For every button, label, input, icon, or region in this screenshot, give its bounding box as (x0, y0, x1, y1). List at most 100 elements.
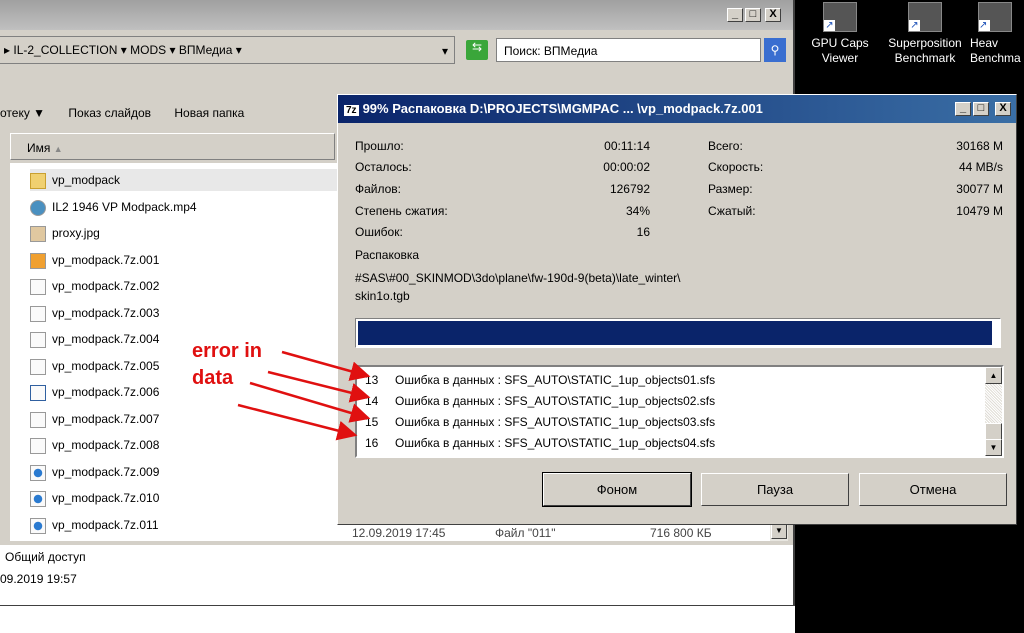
new-folder-button[interactable]: Новая папка (174, 106, 244, 120)
icon-label: Heav Benchma (970, 36, 1021, 65)
background-button[interactable]: Фоном (542, 472, 692, 507)
speed-label: Скорость: (708, 160, 764, 174)
column-header-name[interactable]: Имя ▲ (10, 133, 335, 160)
file-name: proxy.jpg (52, 226, 100, 240)
annotation-text: error in data (192, 338, 262, 392)
library-menu[interactable]: отеку ▼ (0, 106, 45, 120)
desktop-icon-gpu-caps[interactable]: GPU Caps Viewer (795, 0, 885, 66)
minimize-button[interactable]: _ (727, 8, 743, 22)
file-row[interactable]: vp_modpack (30, 169, 350, 191)
search-input[interactable]: Поиск: ВПМедиа (496, 38, 761, 62)
file-name: vp_modpack.7z.002 (52, 279, 160, 293)
file-icon (30, 490, 46, 507)
scroll-down-button[interactable]: ▼ (771, 523, 787, 539)
packed-value: 10479 M (956, 204, 1003, 218)
size-value: 30077 M (956, 182, 1003, 196)
errors-value: 16 (636, 225, 650, 239)
operation-label: Распаковка (355, 248, 420, 262)
file-name: vp_modpack.7z.001 (52, 253, 160, 267)
file-row[interactable]: vp_modpack.7z.003 (30, 302, 159, 324)
7zip-icon: 7z (344, 105, 359, 116)
file-name: vp_modpack.7z.005 (52, 359, 160, 373)
maximize-button[interactable]: □ (973, 102, 989, 116)
desktop-icon-superposition[interactable]: Superposition Benchmark (880, 0, 970, 66)
archive-icon (30, 252, 46, 269)
file-name: vp_modpack.7z.003 (52, 306, 160, 320)
file-name: vp_modpack.7z.011 (52, 518, 159, 532)
progress-fill (358, 321, 992, 345)
file-row[interactable]: vp_modpack.7z.001 (30, 249, 159, 271)
breadcrumb-item[interactable]: MODS (130, 43, 166, 57)
file-row[interactable]: vp_modpack.7z.011 12.09.2019 17:45 Файл … (30, 514, 712, 540)
column-label: Имя (27, 141, 51, 155)
scroll-thumb[interactable] (985, 423, 1002, 440)
log-number: 14 (365, 394, 379, 408)
file-size: 716 800 КБ (650, 526, 712, 540)
scroll-up-button[interactable]: ▲ (985, 367, 1002, 384)
file-row[interactable]: vp_modpack.7z.006 (30, 381, 159, 403)
file-row[interactable]: vp_modpack.7z.008 (30, 434, 159, 456)
extraction-dialog: 7z 99% Распаковка D:\PROJECTS\MGMPAC ... … (337, 94, 1017, 525)
log-number: 13 (365, 373, 379, 387)
file-name: vp_modpack (52, 173, 121, 187)
desktop-icon-heaven[interactable]: Heav Benchma (970, 0, 1024, 66)
refresh-icon[interactable]: ⇆ (466, 40, 488, 60)
sharing-label: Общий доступ (5, 550, 86, 564)
file-icon (30, 331, 46, 348)
total-value: 30168 M (956, 139, 1003, 153)
cancel-button[interactable]: Отмена (859, 473, 1007, 506)
close-button[interactable]: X (765, 8, 781, 22)
file-date: 12.09.2019 17:45 (352, 526, 446, 540)
file-row[interactable]: IL2 1946 VP Modpack.mp4 (30, 196, 197, 218)
folder-icon (30, 172, 46, 189)
elapsed-value: 00:11:14 (604, 139, 650, 153)
log-row: 16 Ошибка в данных : SFS_AUTO\STATIC_1up_… (365, 433, 715, 453)
file-name: vp_modpack.7z.007 (52, 412, 160, 426)
file-row[interactable]: vp_modpack.7z.007 (30, 408, 159, 430)
file-name: vp_modpack.7z.010 (52, 491, 160, 505)
progress-bar (355, 318, 1001, 348)
file-row[interactable]: proxy.jpg (30, 222, 100, 244)
errors-label: Ошибок: (355, 225, 403, 239)
log-message: Ошибка в данных : SFS_AUTO\STATIC_1up_ob… (395, 415, 716, 429)
explorer-title-bar: _ □ X (0, 0, 793, 30)
icon-label: GPU Caps Viewer (811, 36, 869, 65)
file-row[interactable]: vp_modpack.7z.009 (30, 461, 159, 483)
image-file-icon (30, 225, 46, 242)
log-number: 16 (365, 436, 379, 450)
ratio-label: Степень сжатия: (355, 204, 448, 218)
breadcrumb-item[interactable]: ВПМедиа (179, 43, 233, 57)
search-icon[interactable]: ⚲ (764, 38, 786, 62)
file-icon (30, 411, 46, 428)
file-row[interactable]: vp_modpack.7z.010 (30, 487, 159, 509)
packed-label: Сжатый: (708, 204, 756, 218)
file-row[interactable]: vp_modpack.7z.002 (30, 275, 159, 297)
pause-button[interactable]: Пауза (701, 473, 849, 506)
dialog-title-bar: 7z 99% Распаковка D:\PROJECTS\MGMPAC ... … (338, 95, 1016, 123)
scroll-down-button[interactable]: ▼ (985, 439, 1002, 456)
breadcrumb-item[interactable]: IL-2_COLLECTION (13, 43, 117, 57)
minimize-button[interactable]: _ (955, 102, 971, 116)
remaining-label: Осталось: (355, 160, 412, 174)
file-name: vp_modpack.7z.008 (52, 438, 160, 452)
history-dropdown[interactable]: ▾ (442, 44, 448, 58)
log-row: 15 Ошибка в данных : SFS_AUTO\STATIC_1up_… (365, 412, 715, 432)
icon-label: Superposition Benchmark (888, 36, 962, 65)
maximize-button[interactable]: □ (745, 8, 761, 22)
remaining-value: 00:00:02 (603, 160, 650, 174)
file-row[interactable]: vp_modpack.7z.004 (30, 328, 159, 350)
shortcut-icon (908, 2, 942, 32)
speed-value: 44 MB/s (958, 160, 1003, 174)
file-icon (30, 437, 46, 454)
log-message: Ошибка в данных : SFS_AUTO\STATIC_1up_ob… (395, 394, 716, 408)
file-icon (30, 384, 46, 401)
log-scrollbar[interactable]: ▲ ▼ (985, 367, 1002, 456)
file-row[interactable]: vp_modpack.7z.005 (30, 355, 159, 377)
address-bar[interactable]: ▸ IL-2_COLLECTION ▾ MODS ▾ ВПМедиа ▾ (0, 36, 455, 64)
current-file: skin1o.tgb (355, 289, 410, 303)
toolbar: отеку ▼ Показ слайдов Новая папка (0, 100, 264, 126)
log-row: 14 Ошибка в данных : SFS_AUTO\STATIC_1up_… (365, 391, 715, 411)
elapsed-label: Прошло: (355, 139, 404, 153)
slideshow-button[interactable]: Показ слайдов (68, 106, 151, 120)
close-button[interactable]: X (995, 102, 1011, 116)
